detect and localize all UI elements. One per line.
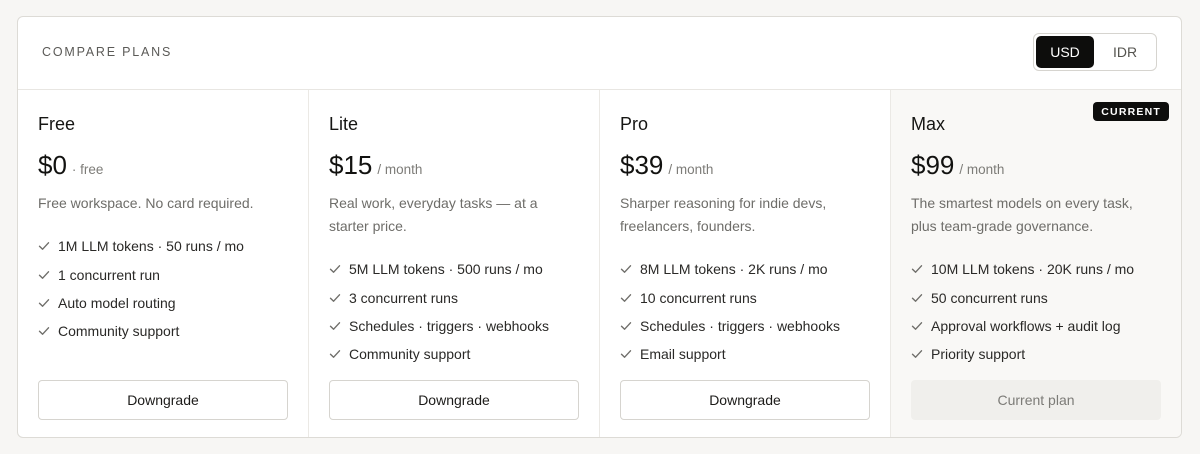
downgrade-button-pro[interactable]: Downgrade bbox=[620, 380, 870, 420]
plan-period: · free bbox=[71, 162, 104, 177]
compare-plans-panel: COMPARE PLANS USD IDR Free $0 · free Fre… bbox=[17, 16, 1182, 438]
feature-list: 5M LLM tokens · 500 runs / mo 3 concurre… bbox=[329, 255, 549, 369]
currency-option-idr[interactable]: IDR bbox=[1096, 36, 1154, 68]
feature-label: 10M LLM tokens · 20K runs / mo bbox=[931, 261, 1135, 278]
plan-price: $39 bbox=[620, 150, 664, 180]
feature-item: 5M LLM tokens · 500 runs / mo bbox=[329, 255, 549, 283]
feature-item: Schedules · triggers · webhooks bbox=[620, 312, 840, 340]
plan-description: The smartest models on every task, plus … bbox=[911, 195, 1133, 234]
feature-label: Community support bbox=[349, 346, 471, 363]
feature-item: Community support bbox=[38, 317, 244, 345]
price-row: $99 / month bbox=[911, 150, 1004, 181]
current-badge: CURRENT bbox=[1093, 102, 1169, 121]
feature-list: 8M LLM tokens · 2K runs / mo 10 concurre… bbox=[620, 255, 840, 369]
downgrade-button-free[interactable]: Downgrade bbox=[38, 380, 288, 420]
check-icon bbox=[329, 320, 341, 332]
feature-item: 8M LLM tokens · 2K runs / mo bbox=[620, 255, 840, 283]
feature-list: 10M LLM tokens · 20K runs / mo 50 concur… bbox=[911, 255, 1134, 369]
feature-list: 1M LLM tokens · 50 runs / mo 1 concurren… bbox=[38, 232, 244, 346]
plan-description: Real work, everyday tasks — at a starter… bbox=[329, 195, 538, 234]
plan-period: / month bbox=[668, 162, 714, 177]
check-icon bbox=[911, 320, 923, 332]
price-row: $15 / month bbox=[329, 150, 422, 181]
check-icon bbox=[38, 325, 50, 337]
plan-name: Lite bbox=[329, 114, 359, 134]
feature-label: 1M LLM tokens · 50 runs / mo bbox=[58, 238, 244, 255]
feature-item: 1M LLM tokens · 50 runs / mo bbox=[38, 232, 244, 260]
feature-item: Auto model routing bbox=[38, 289, 244, 317]
feature-label: 50 concurrent runs bbox=[931, 289, 1048, 306]
downgrade-button-lite[interactable]: Downgrade bbox=[329, 380, 579, 420]
plan-card-max: CURRENT Max $99 / month The smartest mod… bbox=[891, 90, 1181, 437]
check-icon bbox=[620, 348, 632, 360]
check-icon bbox=[911, 348, 923, 360]
feature-label: Email support bbox=[640, 346, 726, 363]
check-icon bbox=[38, 240, 50, 252]
panel-header: COMPARE PLANS USD IDR bbox=[18, 17, 1181, 90]
feature-label: 1 concurrent run bbox=[58, 266, 160, 283]
currency-option-usd[interactable]: USD bbox=[1036, 36, 1094, 68]
currency-toggle: USD IDR bbox=[1033, 33, 1157, 71]
check-icon bbox=[329, 292, 341, 304]
plan-card-lite: Lite $15 / month Real work, everyday tas… bbox=[309, 90, 600, 437]
plan-price: $99 bbox=[911, 150, 955, 180]
check-icon bbox=[329, 348, 341, 360]
section-title: COMPARE PLANS bbox=[42, 45, 173, 59]
feature-item: Approval workflows + audit log bbox=[911, 312, 1134, 340]
feature-label: 3 concurrent runs bbox=[349, 289, 458, 306]
feature-item: 1 concurrent run bbox=[38, 260, 244, 288]
plan-card-free: Free $0 · free Free workspace. No card r… bbox=[18, 90, 309, 437]
plans-grid: Free $0 · free Free workspace. No card r… bbox=[18, 90, 1181, 437]
feature-label: Community support bbox=[58, 323, 180, 340]
check-icon bbox=[620, 263, 632, 275]
feature-item: Schedules · triggers · webhooks bbox=[329, 312, 549, 340]
check-icon bbox=[620, 292, 632, 304]
feature-label: 5M LLM tokens · 500 runs / mo bbox=[349, 261, 543, 278]
feature-label: Priority support bbox=[931, 346, 1026, 363]
feature-item: 10 concurrent runs bbox=[620, 283, 840, 311]
plan-description: Sharper reasoning for indie devs, freela… bbox=[620, 195, 827, 234]
feature-item: Email support bbox=[620, 340, 840, 368]
plan-period: / month bbox=[377, 162, 423, 177]
feature-label: Schedules · triggers · webhooks bbox=[640, 317, 840, 334]
check-icon bbox=[38, 269, 50, 281]
check-icon bbox=[911, 263, 923, 275]
price-row: $39 / month bbox=[620, 150, 713, 181]
feature-label: Auto model routing bbox=[58, 294, 176, 311]
price-row: $0 · free bbox=[38, 150, 103, 181]
plan-name: Pro bbox=[620, 114, 649, 134]
check-icon bbox=[911, 292, 923, 304]
feature-item: Community support bbox=[329, 340, 549, 368]
plan-period: / month bbox=[959, 162, 1005, 177]
feature-item: Priority support bbox=[911, 340, 1134, 368]
feature-item: 50 concurrent runs bbox=[911, 283, 1134, 311]
plan-price: $0 bbox=[38, 150, 67, 180]
feature-label: 10 concurrent runs bbox=[640, 289, 757, 306]
check-icon bbox=[38, 297, 50, 309]
plan-name: Free bbox=[38, 114, 76, 134]
plan-description: Free workspace. No card required. bbox=[38, 195, 254, 211]
feature-label: Approval workflows + audit log bbox=[931, 317, 1121, 334]
current-plan-button: Current plan bbox=[911, 380, 1161, 420]
feature-item: 10M LLM tokens · 20K runs / mo bbox=[911, 255, 1134, 283]
plan-name: Max bbox=[911, 114, 946, 134]
check-icon bbox=[329, 263, 341, 275]
feature-label: Schedules · triggers · webhooks bbox=[349, 317, 549, 334]
feature-label: 8M LLM tokens · 2K runs / mo bbox=[640, 261, 828, 278]
check-icon bbox=[620, 320, 632, 332]
feature-item: 3 concurrent runs bbox=[329, 283, 549, 311]
plan-price: $15 bbox=[329, 150, 373, 180]
plan-card-pro: Pro $39 / month Sharper reasoning for in… bbox=[600, 90, 891, 437]
